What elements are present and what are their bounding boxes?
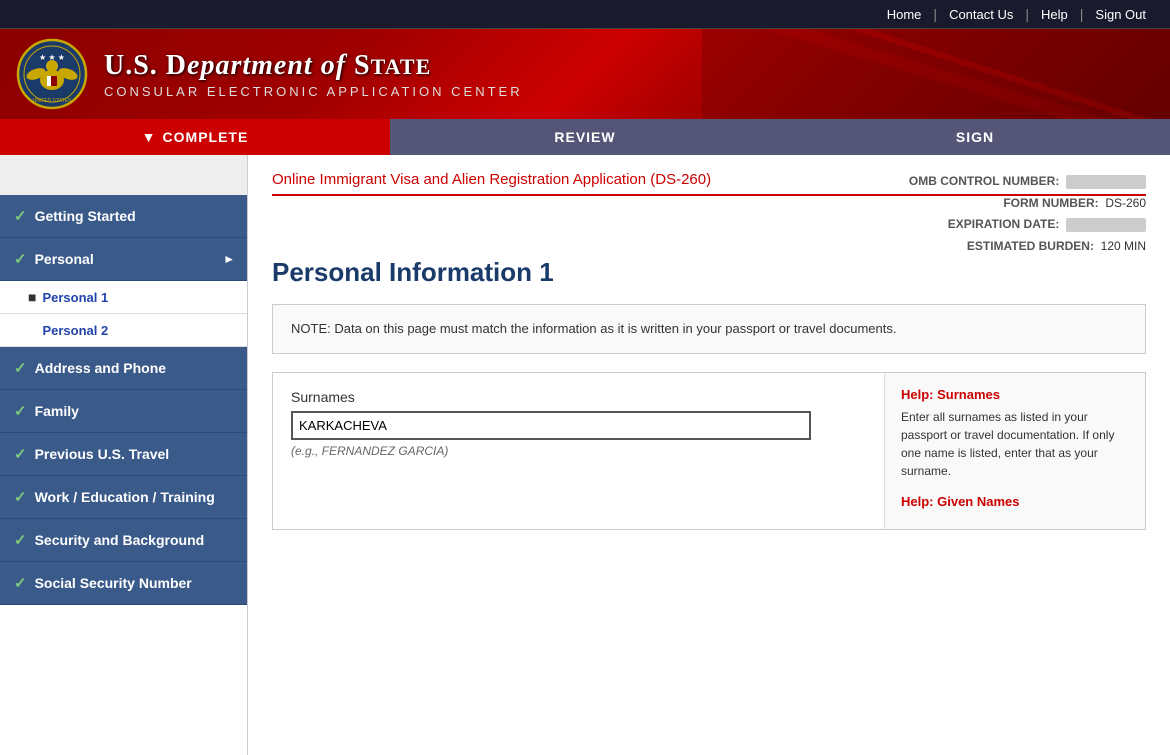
omb-label: OMB CONTROL NUMBER: [909, 174, 1059, 188]
note-text: NOTE: Data on this page must match the i… [291, 321, 896, 336]
sidebar-label-personal: Personal [35, 251, 94, 267]
home-link[interactable]: Home [875, 7, 934, 22]
surnames-label: Surnames [291, 389, 866, 405]
sidebar-label-family: Family [35, 403, 79, 419]
svg-text:UNITED STATES: UNITED STATES [33, 98, 72, 104]
sidebar-label-ssn: Social Security Number [35, 575, 192, 591]
check-icon-security: ✓ [14, 531, 27, 549]
progress-sign[interactable]: SIGN [780, 119, 1170, 155]
contact-link[interactable]: Contact Us [937, 7, 1025, 22]
check-icon-personal: ✓ [14, 250, 27, 268]
content-inner: OMB CONTROL NUMBER: FORM NUMBER: DS-260 … [248, 155, 1170, 546]
note-box: NOTE: Data on this page must match the i… [272, 304, 1146, 354]
sidebar-label-personal1: Personal 1 [42, 290, 108, 305]
top-navigation: Home | Contact Us | Help | Sign Out [0, 0, 1170, 29]
sidebar-item-address[interactable]: ✓ Address and Phone [0, 347, 247, 390]
sidebar-label-travel: Previous U.S. Travel [35, 446, 170, 462]
form-fields-left: Surnames (e.g., FERNANDEZ GARCIA) [273, 373, 885, 529]
sidebar-item-work[interactable]: ✓ Work / Education / Training [0, 476, 247, 519]
sidebar-item-personal2[interactable]: ■ Personal 2 [0, 314, 247, 347]
sidebar-item-travel[interactable]: ✓ Previous U.S. Travel [0, 433, 247, 476]
help-link[interactable]: Help [1029, 7, 1080, 22]
header-text: U.S. Department of STATE CONSULAR ELECTR… [104, 50, 523, 99]
help-surnames-text: Enter all surnames as listed in your pas… [901, 408, 1129, 480]
signout-link[interactable]: Sign Out [1083, 7, 1158, 22]
surnames-hint: (e.g., FERNANDEZ GARCIA) [291, 444, 866, 458]
sidebar-label-personal2: Personal 2 [42, 323, 108, 338]
check-icon-address: ✓ [14, 359, 27, 377]
sidebar-label-security: Security and Background [35, 532, 205, 548]
expiration-value-redacted [1066, 218, 1146, 232]
content-area: OMB CONTROL NUMBER: FORM NUMBER: DS-260 … [248, 155, 1170, 755]
sidebar-item-ssn[interactable]: ✓ Social Security Number [0, 562, 247, 605]
sidebar-item-getting-started[interactable]: ✓ Getting Started [0, 195, 247, 238]
main-layout: ✓ Getting Started ✓ Personal ► ■ Persona… [0, 155, 1170, 755]
help-surnames-title: Help: Surnames [901, 387, 1129, 402]
omb-value-redacted [1066, 175, 1146, 189]
form-section-surnames: Surnames (e.g., FERNANDEZ GARCIA) Help: … [272, 372, 1146, 530]
sidebar-label-address: Address and Phone [35, 360, 166, 376]
burden-value: 120 MIN [1101, 239, 1146, 253]
burden-label: ESTIMATED BURDEN: [967, 239, 1094, 253]
chevron-right-icon: ► [223, 252, 235, 266]
expiration-label: EXPIRATION DATE: [948, 217, 1060, 231]
form-help-right: Help: Surnames Enter all surnames as lis… [885, 373, 1145, 529]
surnames-input[interactable] [291, 411, 811, 440]
sidebar-label-work: Work / Education / Training [35, 489, 215, 505]
sidebar: ✓ Getting Started ✓ Personal ► ■ Persona… [0, 155, 248, 755]
sidebar-label-getting-started: Getting Started [35, 208, 136, 224]
check-icon-work: ✓ [14, 488, 27, 506]
department-seal: ★ ★ ★ UNITED STATES [16, 38, 88, 110]
sidebar-item-personal[interactable]: ✓ Personal ► [0, 238, 247, 281]
sidebar-item-family[interactable]: ✓ Family [0, 390, 247, 433]
page-title: Personal Information 1 [272, 257, 1146, 288]
form-metadata: OMB CONTROL NUMBER: FORM NUMBER: DS-260 … [909, 171, 1146, 257]
sidebar-spacer [0, 155, 247, 195]
help-given-title: Help: Given Names [901, 494, 1129, 509]
check-icon-getting-started: ✓ [14, 207, 27, 225]
progress-bar: ▼COMPLETE REVIEW SIGN [0, 119, 1170, 155]
department-name: U.S. Department of STATE [104, 50, 523, 82]
sidebar-item-personal1[interactable]: ■ Personal 1 [0, 281, 247, 314]
form-number-value: DS-260 [1105, 196, 1146, 210]
bullet-personal1: ■ [28, 289, 36, 305]
header-banner: ★ ★ ★ UNITED STATES U.S. Department of S… [0, 29, 1170, 119]
application-center-name: CONSULAR ELECTRONIC APPLICATION CENTER [104, 84, 523, 99]
form-number-label: FORM NUMBER: [1003, 196, 1098, 210]
check-icon-travel: ✓ [14, 445, 27, 463]
check-icon-family: ✓ [14, 402, 27, 420]
check-icon-ssn: ✓ [14, 574, 27, 592]
svg-text:★ ★ ★: ★ ★ ★ [39, 53, 65, 62]
progress-complete[interactable]: ▼COMPLETE [0, 119, 390, 155]
progress-review[interactable]: REVIEW [390, 119, 780, 155]
sidebar-item-security[interactable]: ✓ Security and Background [0, 519, 247, 562]
